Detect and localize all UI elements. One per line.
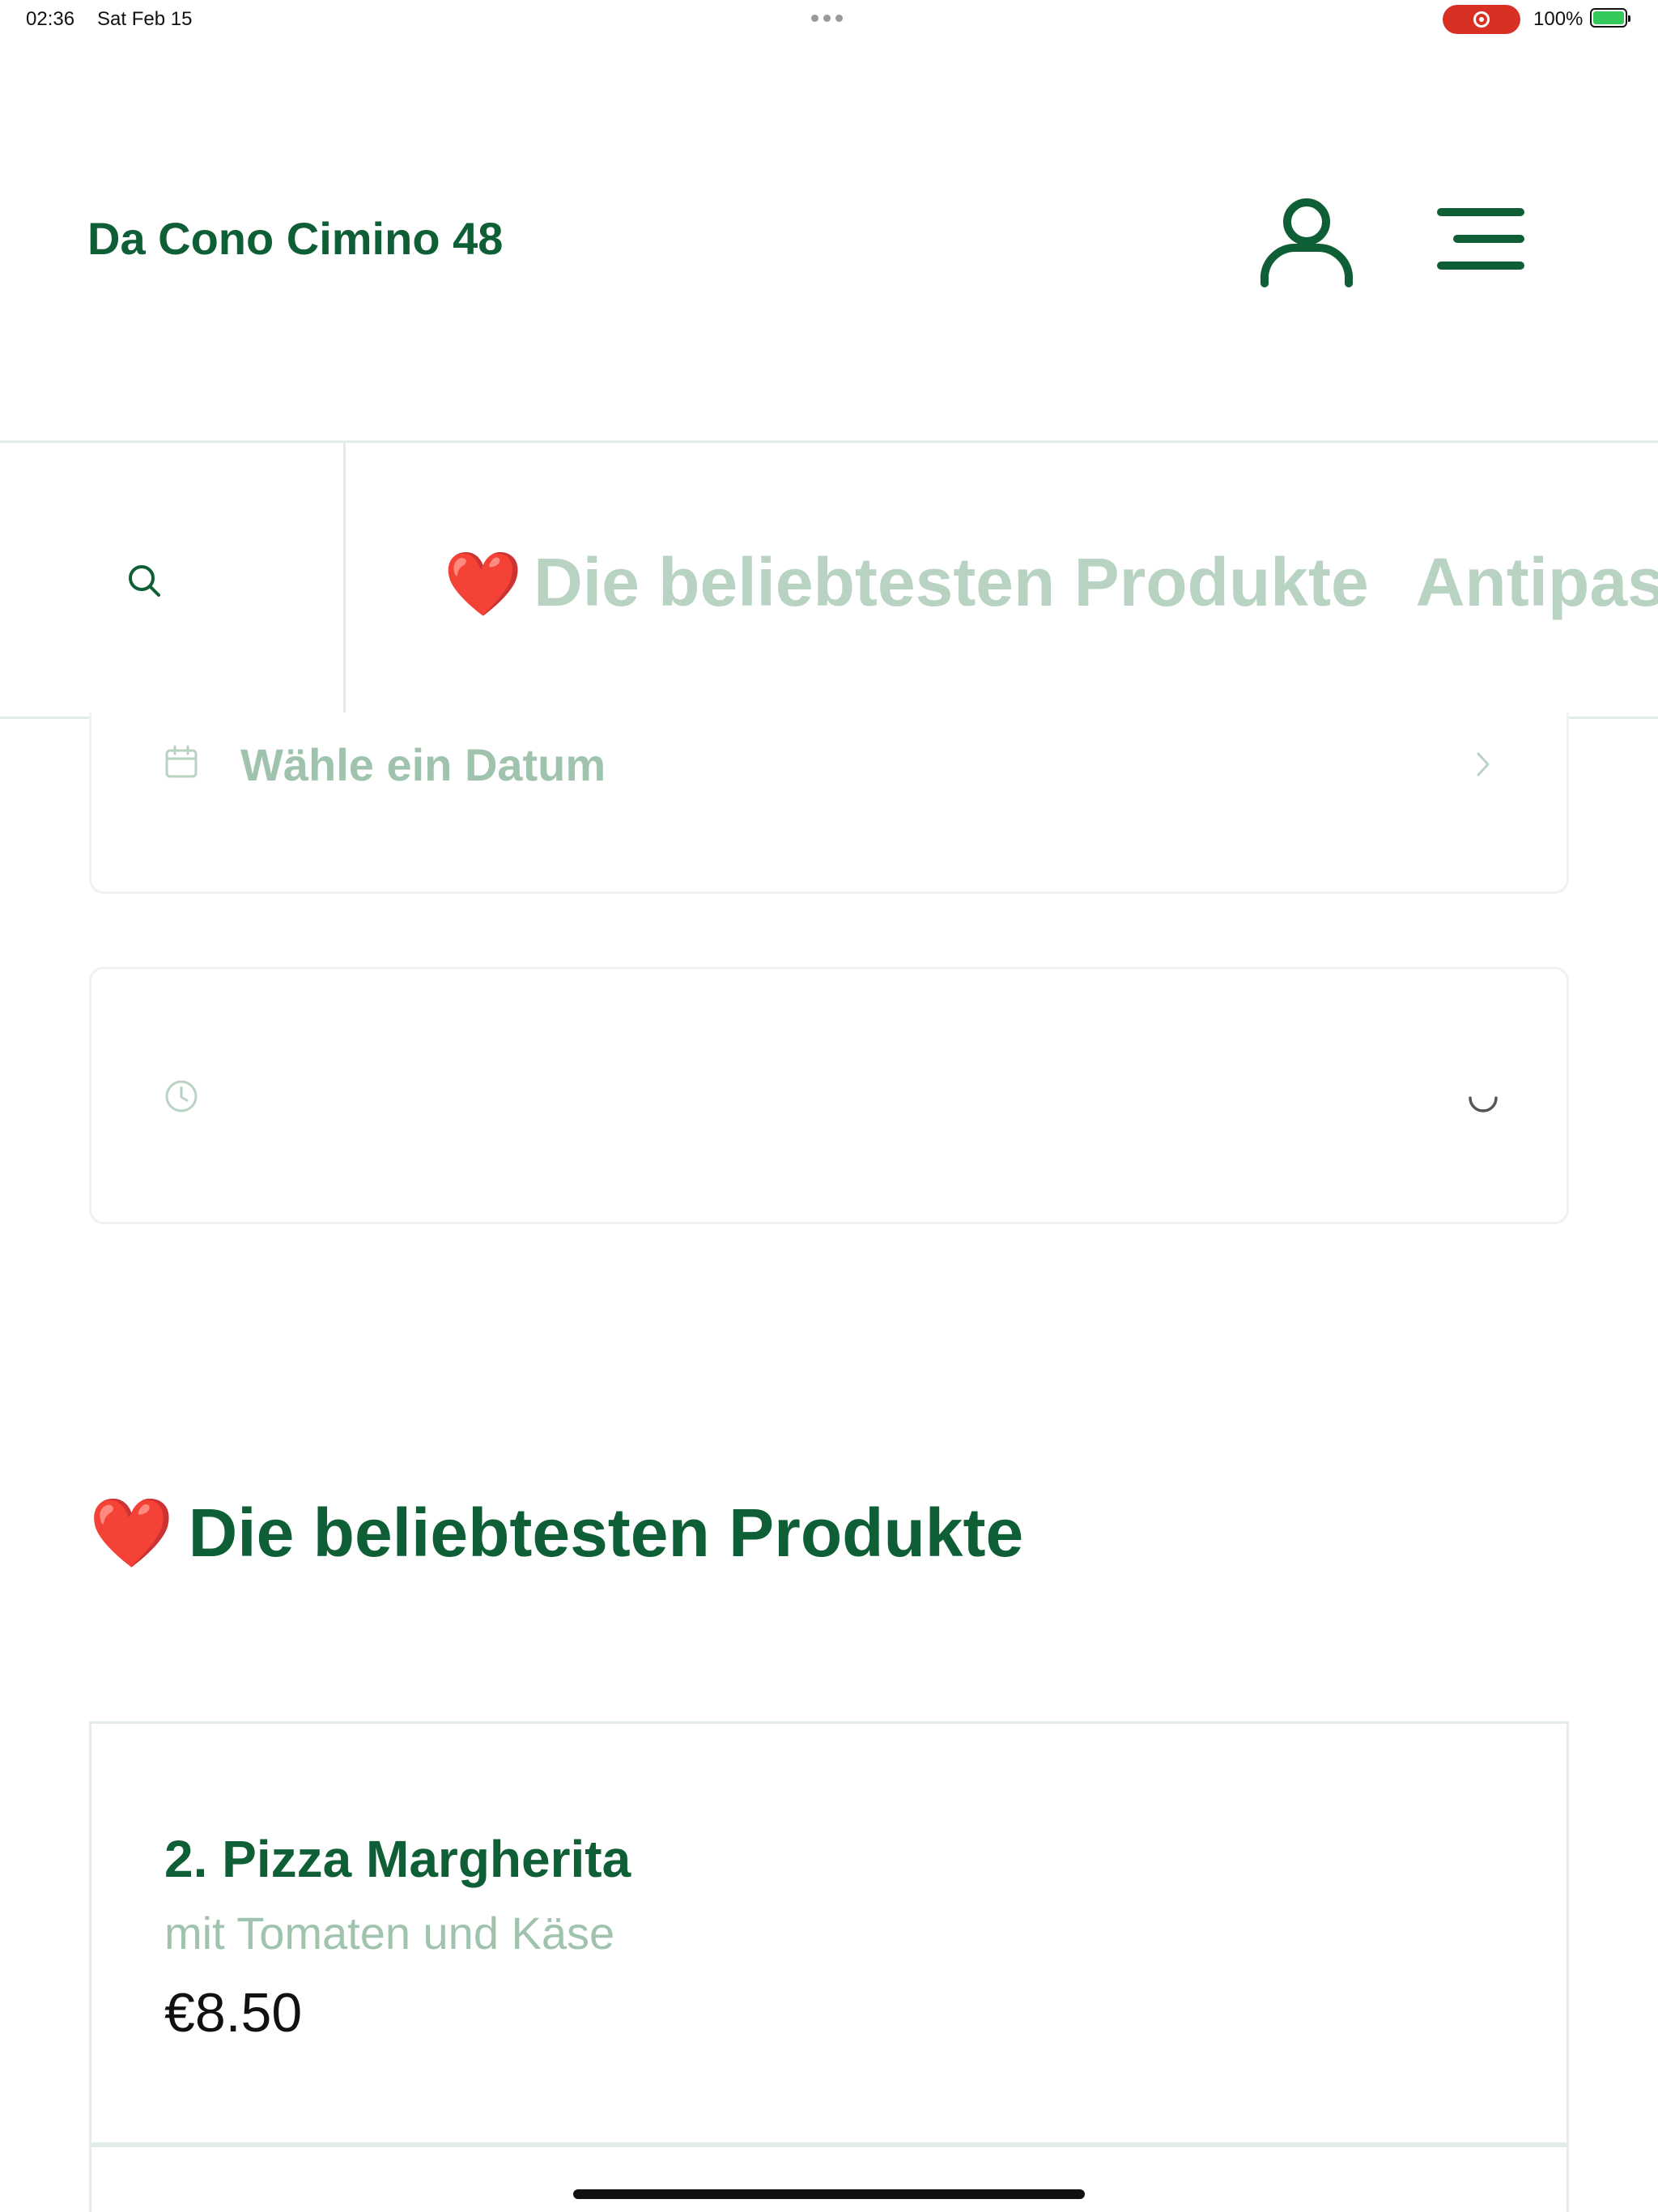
category-tab-label: Die beliebtesten Produkte — [534, 544, 1369, 620]
home-indicator[interactable] — [573, 2189, 1085, 2199]
chevron-right-icon — [1477, 752, 1490, 776]
product-description: mit Tomaten und Käse — [164, 1908, 615, 1959]
heart-icon: ❤️ — [89, 1495, 174, 1571]
date-picker[interactable]: Wähle ein Datum — [89, 713, 1569, 894]
category-tab-antipasti[interactable]: Antipas — [1416, 543, 1658, 622]
loading-spinner-icon — [1469, 1096, 1498, 1112]
multitasking-dots-icon[interactable] — [811, 15, 843, 22]
date-picker-label: Wähle ein Datum — [240, 739, 606, 790]
section-title-text: Die beliebtesten Produkte — [188, 1495, 1024, 1571]
calendar-icon — [165, 745, 198, 778]
search-icon — [129, 565, 160, 597]
category-bar: ❤️ Die beliebtesten Produkte Antipas — [0, 440, 1658, 719]
user-account-button[interactable] — [1260, 191, 1354, 288]
product-card[interactable] — [89, 2147, 1569, 2212]
search-button[interactable] — [0, 443, 346, 717]
menu-button[interactable] — [1436, 206, 1525, 272]
product-name: 2. Pizza Margherita — [164, 1830, 631, 1888]
menu-icon — [1437, 208, 1524, 270]
battery-icon — [1590, 8, 1630, 28]
battery-percent: 100% — [1533, 8, 1584, 30]
screen-recording-icon[interactable] — [1443, 5, 1520, 34]
clock-icon — [165, 1080, 198, 1112]
category-tabs: ❤️ Die beliebtesten Produkte Antipas — [444, 543, 1658, 622]
heart-icon: ❤️ — [444, 548, 523, 619]
product-price: €8.50 — [164, 1982, 303, 2044]
category-tab-popular[interactable]: ❤️ Die beliebtesten Produkte — [444, 543, 1369, 622]
status-date: Sat Feb 15 — [97, 8, 193, 30]
status-time: 02:36 — [26, 8, 75, 30]
product-card[interactable]: 2. Pizza Margherita mit Tomaten und Käse… — [89, 1721, 1569, 2147]
time-picker[interactable] — [89, 967, 1569, 1224]
section-title: ❤️ Die beliebtesten Produkte — [89, 1493, 1023, 1573]
restaurant-name[interactable]: Da Cono Cimino 48 — [87, 212, 503, 265]
user-icon — [1261, 198, 1353, 287]
status-bar: 02:36 Sat Feb 15 100% — [0, 0, 1658, 39]
